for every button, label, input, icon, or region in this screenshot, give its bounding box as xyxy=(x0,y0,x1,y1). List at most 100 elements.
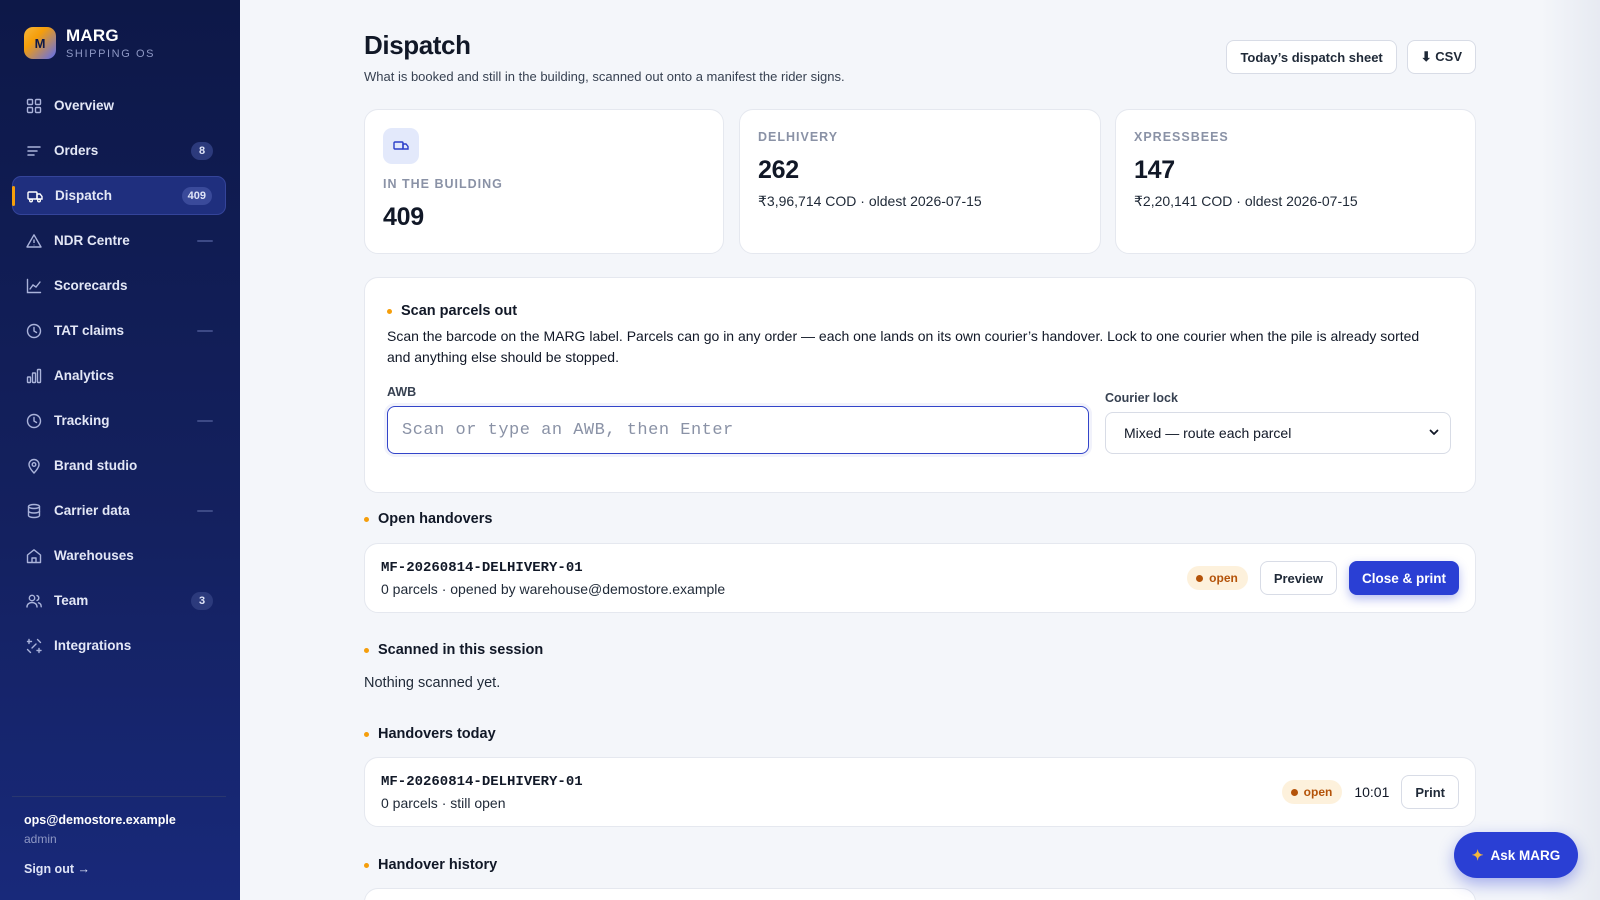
list-icon xyxy=(26,143,42,159)
dash-indicator xyxy=(197,329,213,332)
courier-lock-label: Courier lock xyxy=(1105,391,1178,405)
sidebar-item-carrier-data[interactable]: Carrier data xyxy=(12,491,226,530)
sidebar-item-dispatch[interactable]: Dispatch 409 xyxy=(12,176,226,215)
section-title: Handovers today xyxy=(378,726,496,742)
user-role: admin xyxy=(24,832,57,846)
scroll-shadow xyxy=(1540,0,1600,900)
manifest-id[interactable]: MF-20260814-DELHIVERY-01 xyxy=(381,560,583,576)
bullet-dot xyxy=(364,516,369,522)
sparkle-icon: ✦ xyxy=(1471,846,1484,863)
count-badge: 8 xyxy=(191,141,213,160)
sidebar-item-label: Analytics xyxy=(54,368,115,383)
sidebar-item-ndr-centre[interactable]: NDR Centre xyxy=(12,221,226,260)
sidebar-item-label: Orders xyxy=(54,143,99,158)
sidebar-item-team[interactable]: Team 3 xyxy=(12,581,226,620)
bullet-dot xyxy=(387,308,392,314)
courier-lock-select[interactable]: Mixed — route each parcel xyxy=(1105,412,1451,454)
user-email: ops@demostore.example xyxy=(24,813,176,827)
stat-card-building: IN THE BUILDING 409 xyxy=(364,109,724,254)
stat-label: XPRESSBEES xyxy=(1134,130,1229,144)
sidebar-nav: Overview Orders 8 Dispatch 409 NDR Centr… xyxy=(12,86,226,671)
row-actions: open 10:01 Print xyxy=(1281,775,1459,809)
sidebar-item-label: Scorecards xyxy=(54,278,128,293)
users-icon xyxy=(26,593,42,609)
plug-icon xyxy=(26,638,42,654)
row-actions: open Preview Close & print xyxy=(1187,561,1459,595)
count-badge: 409 xyxy=(181,186,212,205)
sidebar-item-brand-studio[interactable]: Brand studio xyxy=(12,446,226,485)
handover-time: 10:01 xyxy=(1354,784,1390,800)
main-content: Dispatch What is booked and still in the… xyxy=(364,0,1476,900)
sidebar-item-label: Warehouses xyxy=(54,548,134,563)
page-subtitle: What is booked and still in the building… xyxy=(364,69,845,84)
manifest-meta: 0 parcels · opened by warehouse@demostor… xyxy=(381,581,726,597)
sidebar-item-tat-claims[interactable]: TAT claims xyxy=(12,311,226,350)
stat-value: 409 xyxy=(383,203,424,231)
stat-meta: ₹2,20,141 COD · oldest 2026-07-15 xyxy=(1134,193,1358,209)
bullet-dot xyxy=(364,731,369,737)
sign-out-link[interactable]: Sign out → xyxy=(24,862,90,876)
sidebar-item-label: Team xyxy=(54,593,89,608)
sidebar-item-orders[interactable]: Orders 8 xyxy=(12,131,226,170)
stat-label: IN THE BUILDING xyxy=(383,177,503,191)
stat-card-delhivery: DELHIVERY 262 ₹3,96,714 COD · oldest 202… xyxy=(739,109,1101,254)
close-and-print-button[interactable]: Close & print xyxy=(1348,561,1459,595)
section-title: Open handovers xyxy=(378,511,493,527)
user-panel: ops@demostore.example admin Sign out → xyxy=(12,796,226,878)
awb-label: AWB xyxy=(387,385,417,399)
status-dot xyxy=(1196,574,1204,582)
grid-icon xyxy=(26,98,42,114)
sidebar-item-label: NDR Centre xyxy=(54,233,130,248)
dash-indicator xyxy=(197,509,213,512)
scan-description: Scan the barcode on the MARG label. Parc… xyxy=(387,328,1420,365)
sidebar-item-overview[interactable]: Overview xyxy=(12,86,226,125)
session-heading: Scanned in this session xyxy=(364,642,543,658)
status-dot xyxy=(1290,788,1298,796)
sidebar-item-label: Overview xyxy=(54,98,115,113)
scan-title-text: Scan parcels out xyxy=(401,303,518,319)
open-handovers-heading: Open handovers xyxy=(364,511,492,527)
brand-logo: M xyxy=(24,27,56,59)
sidebar-item-label: Carrier data xyxy=(54,503,130,518)
empty-state: Nothing scanned yet. xyxy=(364,675,501,691)
sidebar-item-warehouses[interactable]: Warehouses xyxy=(12,536,226,575)
manifest-id[interactable]: MF-20260814-DELHIVERY-01 xyxy=(381,774,583,790)
line-chart-icon xyxy=(26,278,42,294)
truck-icon xyxy=(383,128,419,164)
section-title: Scanned in this session xyxy=(378,642,544,658)
bar-chart-icon xyxy=(26,368,42,384)
home-icon xyxy=(26,548,42,564)
sidebar-item-scorecards[interactable]: Scorecards xyxy=(12,266,226,305)
dispatch-sheet-button[interactable]: Today’s dispatch sheet xyxy=(1226,40,1397,74)
clock-icon xyxy=(26,323,42,339)
sidebar-item-tracking[interactable]: Tracking xyxy=(12,401,226,440)
print-button[interactable]: Print xyxy=(1401,775,1459,809)
status-text: open xyxy=(1303,785,1333,799)
stat-value: 262 xyxy=(758,156,799,184)
dash-indicator xyxy=(197,419,213,422)
brand-subtitle: SHIPPING OS xyxy=(66,48,156,60)
sidebar-item-analytics[interactable]: Analytics xyxy=(12,356,226,395)
brand[interactable]: M MARG SHIPPING OS xyxy=(24,26,155,60)
section-title: Handover history xyxy=(378,857,498,873)
stat-meta: ₹3,96,714 COD · oldest 2026-07-15 xyxy=(758,193,982,209)
courier-lock-value: Mixed — route each parcel xyxy=(1124,425,1292,441)
chevron-down-icon xyxy=(1428,425,1440,441)
count-badge: 3 xyxy=(191,591,213,610)
status-text: open xyxy=(1209,571,1238,585)
sidebar-item-label: TAT claims xyxy=(54,323,125,338)
csv-download-button[interactable]: ⬇ CSV xyxy=(1406,40,1476,74)
sidebar-item-label: Tracking xyxy=(54,413,110,428)
manifest-meta: 0 parcels · still open xyxy=(381,795,506,811)
status-badge: open xyxy=(1281,780,1343,804)
open-handover-row: MF-20260814-DELHIVERY-01 0 parcels · ope… xyxy=(364,543,1476,613)
stat-card-xpressbees: XPRESSBEES 147 ₹2,20,141 COD · oldest 20… xyxy=(1115,109,1476,254)
ask-marg-button[interactable]: ✦ Ask MARG xyxy=(1454,832,1578,878)
handover-history-heading: Handover history xyxy=(364,857,497,873)
awb-input[interactable] xyxy=(387,406,1089,454)
sidebar-item-integrations[interactable]: Integrations xyxy=(12,626,226,665)
history-card xyxy=(364,888,1476,900)
database-icon xyxy=(26,503,42,519)
truck-icon xyxy=(27,188,43,204)
preview-button[interactable]: Preview xyxy=(1259,561,1337,595)
